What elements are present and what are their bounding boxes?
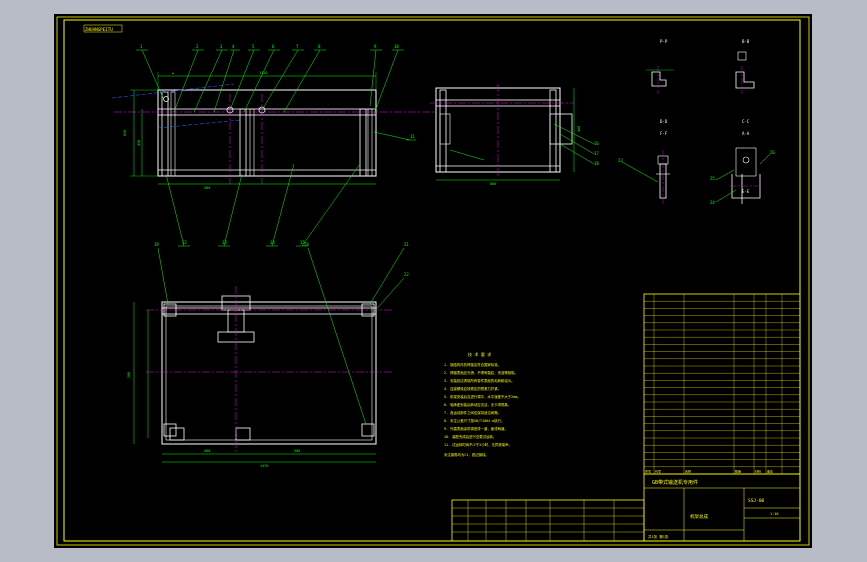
balloon-21: 21 (404, 242, 409, 247)
balloon-9: 9 (374, 44, 377, 49)
note-11: 11. 试运转时间不少于2小时，无异常噪声。 (444, 442, 512, 447)
corner-tag: ZHUANGPEITU (83, 24, 123, 33)
balloon-3: 3 (220, 44, 223, 49)
title-block-name: 机架总成 (690, 513, 708, 520)
balloon-24: 24 (710, 200, 715, 205)
title-block-scale: 1:10 (770, 512, 778, 516)
front-view: 985 1110 620 450 ▲ (111, 71, 434, 190)
plan-dim-length: 1470 (260, 464, 268, 468)
balloon-23: 23 (618, 158, 623, 163)
balloon-5: 5 (252, 44, 255, 49)
drawing-sheet: ZHUANGPEITU 985 1110 620 450 ▲ 1 2 3 4 5… (54, 14, 812, 548)
detail-label-bb: B-B (742, 39, 750, 44)
front-red-note: ▲ (172, 71, 175, 75)
note-3: 3. 安装前应清除所有零件表面的毛刺和油污。 (444, 378, 515, 383)
note-8: 8. 未注公差尺寸按GB/T1804-m执行。 (444, 418, 504, 423)
bom-header-cell: 序号 (645, 469, 651, 474)
note-1: 1. 钢结构件的焊接应符合国家标准。 (444, 362, 501, 367)
bom-header-cell: 数量 (735, 469, 741, 474)
balloon-7: 7 (296, 44, 299, 49)
balloon-16: 16 (594, 141, 599, 146)
title-block-title: GB带式输送机专用件 (652, 479, 698, 486)
balloon-11: 11 (410, 134, 415, 139)
inner-border (63, 19, 801, 542)
plan-dim-b: 505 (294, 449, 300, 453)
plan-view: 460 505 1470 280 19 20 21 22 (127, 242, 409, 468)
balloon-6: 6 (272, 44, 275, 49)
detail-label-pp: P-P (660, 39, 668, 44)
bom-header-cell: 备注 (767, 469, 773, 474)
balloon-2: 2 (196, 44, 199, 49)
title-block-sheet-info: 共1张 第1张 (648, 534, 669, 539)
front-dim-overall: 1110 (259, 71, 267, 75)
side-view: 800 460 16 17 18 (430, 84, 599, 186)
detail-views: P-P B-B D-D C-C F-F A-A E-E 23 24 25 26 (618, 39, 775, 205)
detail-label-dd: D-D (660, 119, 668, 124)
bom-header-cell: 代号 (655, 469, 661, 474)
balloon-22: 22 (404, 272, 409, 277)
detail-label-cc: C-C (742, 119, 750, 124)
outer-border (56, 16, 810, 546)
note-6: 6. 轴承座安装后转动应灵活，无卡滞现象。 (444, 402, 511, 407)
bom-table: 序号 代号 名称 数量 材料 备注 (643, 293, 801, 475)
notes-heading: 技 术 要 求 (468, 351, 491, 357)
note-10: 10. 装配完成后进行空载试运转。 (444, 434, 496, 439)
balloon-1: 1 (140, 44, 143, 49)
detail-label-ee: E-E (742, 189, 750, 194)
plan-dim-a: 460 (204, 449, 210, 453)
front-leaders (141, 49, 411, 247)
front-balloons: 1 2 3 4 5 6 7 8 9 10 11 12 13 14 15 (136, 44, 416, 247)
balloon-26: 26 (770, 150, 775, 155)
notes-footer: 未注倒角均为C1，锐边倒钝。 (444, 452, 489, 457)
title-block: GB带式输送机专用件 SSJ-00 机架总成 1:10 共1张 第1张 (451, 473, 801, 542)
bom-frame (643, 293, 801, 475)
note-7: 7. 各运动部件之间应保持适当间隙。 (444, 410, 501, 415)
balloon-12: 12 (182, 240, 187, 245)
cad-drawing-canvas[interactable]: ZHUANGPEITU 985 1110 620 450 ▲ 1 2 3 4 5… (54, 14, 812, 548)
technical-notes: 技 术 要 求 1. 钢结构件的焊接应符合国家标准。 2. 焊缝表面应光滑，不得… (444, 351, 521, 457)
note-2: 2. 焊缝表面应光滑，不得有裂纹、夹渣等缺陷。 (444, 370, 518, 375)
balloon-4: 4 (232, 44, 235, 49)
side-dim-width: 800 (490, 182, 496, 186)
balloon-14: 14 (270, 240, 275, 245)
detail-label-ff: F-F (660, 131, 668, 136)
balloon-13: 13 (222, 240, 227, 245)
balloon-19: 19 (154, 242, 159, 247)
note-5: 5. 机架安装后应进行调平，水平误差不大于2mm。 (444, 394, 521, 399)
side-dim-height: 460 (577, 126, 581, 132)
balloon-25: 25 (710, 176, 715, 181)
note-9: 9. 外露表面涂防锈底漆一道，面漆两道。 (444, 426, 508, 431)
detail-label-aa: A-A (742, 131, 750, 136)
balloon-17: 17 (594, 151, 599, 156)
front-dim-length: 985 (204, 186, 210, 190)
front-dim-leg: 450 (137, 140, 141, 146)
plan-dim-width: 280 (127, 372, 131, 378)
cad-page: ZHUANGPEITU 985 1110 620 450 ▲ 1 2 3 4 5… (0, 0, 867, 562)
note-4: 4. 连接螺栓应按规定的预紧力拧紧。 (444, 386, 501, 391)
balloon-20: 20 (304, 242, 309, 247)
front-dim-height: 620 (123, 130, 127, 136)
balloon-8: 8 (318, 44, 321, 49)
title-block-drawing-no: SSJ-00 (748, 498, 765, 504)
balloon-18: 18 (594, 161, 599, 166)
balloon-10: 10 (394, 44, 399, 49)
bom-header-cell: 材料 (755, 469, 761, 474)
bom-header-cell: 名称 (685, 469, 691, 474)
corner-tag-text: ZHUANGPEITU (85, 27, 113, 32)
